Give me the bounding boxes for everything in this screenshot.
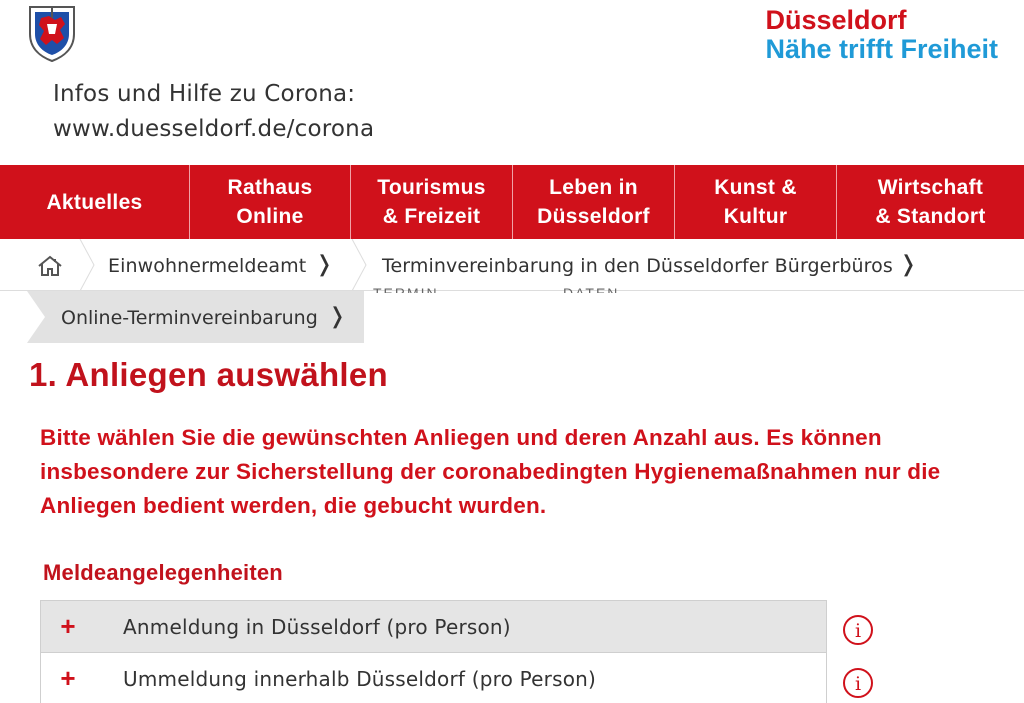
home-icon[interactable] [36, 254, 64, 278]
nav-item-kunst[interactable]: Kunst & Kultur [675, 165, 837, 239]
ghost-step-label: DATEN [563, 285, 620, 293]
nav-item-rathaus-online[interactable]: Rathaus Online [190, 165, 351, 239]
info-icon-glyph: i [855, 620, 861, 642]
nav-item-label: Düsseldorf [537, 205, 650, 228]
corona-info-title: Infos und Hilfe zu Corona: [53, 81, 356, 107]
list-item[interactable]: + Anmeldung in Düsseldorf (pro Person) [40, 600, 827, 653]
breadcrumb-notch [27, 291, 45, 343]
main-navigation: Aktuelles Rathaus Online Tourismus & Freiz… [0, 165, 1024, 239]
nav-item-label: Kultur [723, 205, 788, 228]
breadcrumb-separator [351, 239, 367, 291]
breadcrumb-item-terminvereinbarung[interactable]: Terminvereinbarung in den Düsseldorfer B… [382, 253, 893, 279]
brand-slogan: Nähe trifft Freiheit [765, 34, 998, 64]
site-header: Düsseldorf Nähe trifft Freiheit Infos un… [0, 0, 1024, 165]
page-title: 1. Anliegen auswählen [29, 356, 389, 393]
brand-name: Düsseldorf [765, 5, 907, 35]
coat-of-arms-icon[interactable] [27, 4, 77, 62]
nav-item-label: & Freizeit [382, 205, 481, 228]
brand-logo[interactable]: Düsseldorf Nähe trifft Freiheit [765, 6, 998, 64]
nav-item-label: Online [236, 205, 304, 228]
list-item-label: Anmeldung in Düsseldorf (pro Person) [123, 615, 511, 639]
nav-item-leben[interactable]: Leben in Düsseldorf [513, 165, 675, 239]
breadcrumb-item-active[interactable]: Online-Terminvereinbarung ❭ [27, 291, 364, 343]
chevron-right-icon: ❭ [328, 303, 347, 328]
nav-item-label: Aktuelles [46, 190, 143, 214]
corona-info-link[interactable]: www.duesseldorf.de/corona [53, 112, 374, 147]
nav-item-label: Wirtschaft [877, 176, 984, 199]
intro-text: Bitte wählen Sie die gewünschten Anliege… [40, 425, 941, 518]
info-icon[interactable]: i [842, 667, 874, 699]
plus-icon[interactable]: + [55, 613, 81, 639]
breadcrumb-separator [79, 239, 95, 291]
chevron-right-icon: ❭ [315, 251, 334, 276]
nav-item-aktuelles[interactable]: Aktuelles [0, 165, 190, 239]
info-icon-glyph: i [855, 673, 861, 695]
list-item[interactable]: + Ummeldung innerhalb Düsseldorf (pro Pe… [40, 653, 827, 703]
nav-item-label: Tourismus [377, 176, 486, 199]
plus-icon[interactable]: + [55, 665, 81, 691]
list-item-label: Ummeldung innerhalb Düsseldorf (pro Pers… [123, 667, 597, 691]
nav-item-label: Leben in [549, 176, 638, 199]
breadcrumb-item-einwohnermeldeamt[interactable]: Einwohnermeldeamt [108, 253, 306, 279]
breadcrumb-item-online-termin: Online-Terminvereinbarung [61, 307, 318, 329]
nav-item-label: Rathaus [227, 176, 313, 199]
breadcrumb: Einwohnermeldeamt ❭ Terminvereinbarung i… [0, 239, 1024, 291]
chevron-right-icon: ❭ [899, 251, 918, 276]
ghost-step-label: TERMIN [373, 285, 439, 293]
nav-item-tourismus[interactable]: Tourismus & Freizeit [351, 165, 513, 239]
nav-item-label: Kunst & [714, 176, 797, 199]
nav-item-label: & Standort [875, 205, 986, 228]
section-title: Meldeangelegenheiten [43, 560, 283, 585]
nav-item-wirtschaft[interactable]: Wirtschaft & Standort [837, 165, 1024, 239]
info-icon[interactable]: i [842, 614, 874, 646]
corona-info[interactable]: Infos und Hilfe zu Corona: www.duesseldo… [53, 77, 374, 147]
